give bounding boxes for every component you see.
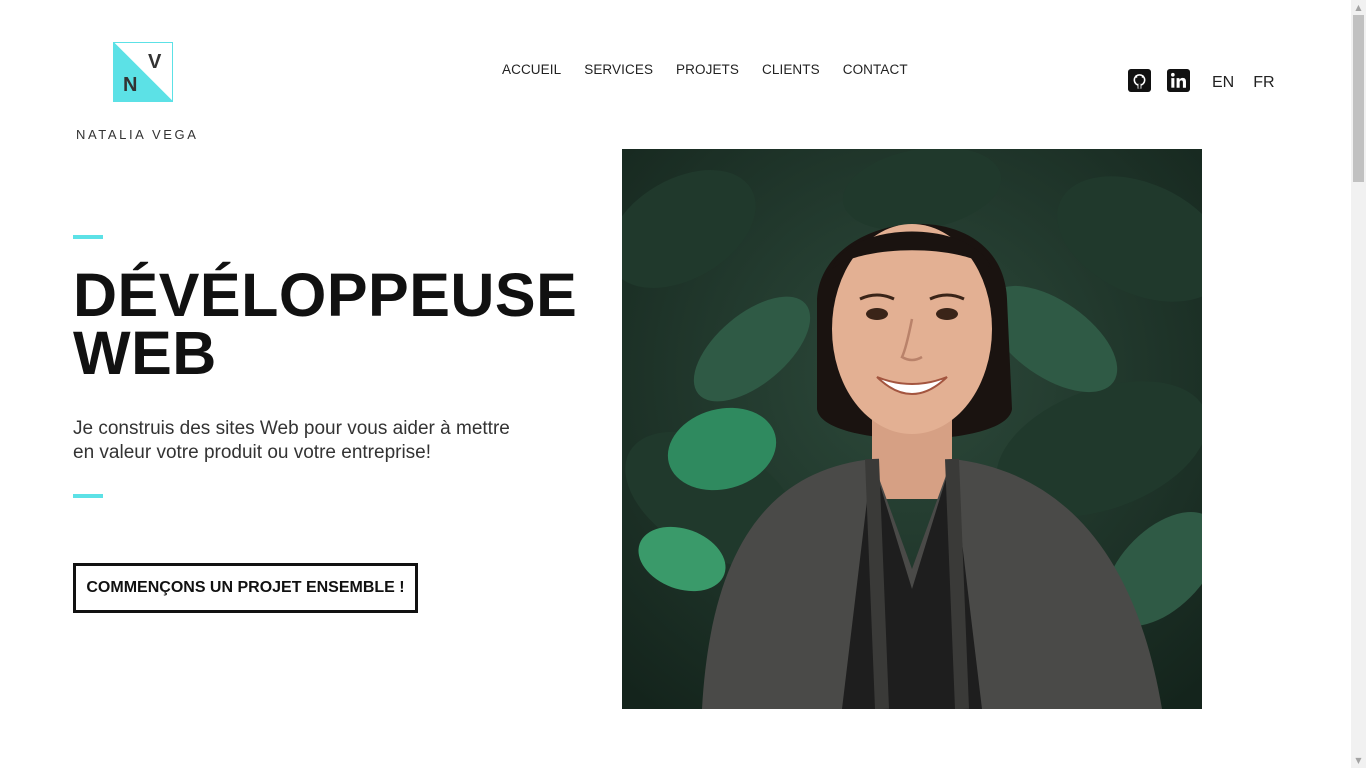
hero-title: DÉVÉLOPPEUSE WEB (73, 261, 578, 387)
nav-item-services[interactable]: SERVICES (584, 62, 653, 77)
scrollbar[interactable]: ▲ ▼ (1351, 0, 1366, 768)
hero-subtitle: Je construis des sites Web pour vous aid… (73, 417, 513, 465)
scroll-down-arrow-icon[interactable]: ▼ (1351, 753, 1366, 768)
hero-title-line2: WEB (73, 319, 217, 387)
lang-en[interactable]: EN (1212, 74, 1234, 92)
linkedin-link[interactable] (1167, 68, 1190, 92)
nav-item-clients[interactable]: CLIENTS (762, 62, 820, 77)
start-project-button[interactable]: COMMENÇONS UN PROJET ENSEMBLE ! (73, 563, 418, 613)
portrait-photo (622, 149, 1202, 709)
hero-subtitle-line1: Je construis des sites Web pour vous aid… (73, 418, 510, 439)
brand-name: NATALIA VEGA (76, 127, 199, 142)
header-actions: EN FR (1128, 68, 1288, 92)
hero-title-line1: DÉVÉLOPPEUSE (73, 261, 578, 329)
github-icon (1128, 68, 1151, 92)
accent-bar-top (73, 235, 103, 239)
accent-bar-bottom (73, 494, 103, 498)
site-logo[interactable]: N V NATALIA VEGA (76, 41, 211, 145)
main-nav: ACCUEIL SERVICES PROJETS CLIENTS CONTACT (502, 62, 931, 77)
scrollbar-thumb[interactable] (1353, 15, 1364, 182)
nav-item-contact[interactable]: CONTACT (843, 62, 908, 77)
linkedin-icon (1167, 68, 1190, 92)
hero-subtitle-line2: en valeur votre produit ou votre entrepr… (73, 442, 432, 463)
lang-fr[interactable]: FR (1253, 74, 1274, 92)
nav-item-accueil[interactable]: ACCUEIL (502, 62, 561, 77)
logo-initial-n: N (123, 74, 137, 96)
scroll-up-arrow-icon[interactable]: ▲ (1351, 0, 1366, 15)
page: N V NATALIA VEGA ACCUEIL SERVICES PROJET… (0, 0, 1351, 768)
nav-item-projets[interactable]: PROJETS (676, 62, 739, 77)
github-link[interactable] (1128, 68, 1151, 92)
logo-mark-icon: N V (113, 42, 173, 102)
logo-initial-v: V (148, 51, 162, 73)
